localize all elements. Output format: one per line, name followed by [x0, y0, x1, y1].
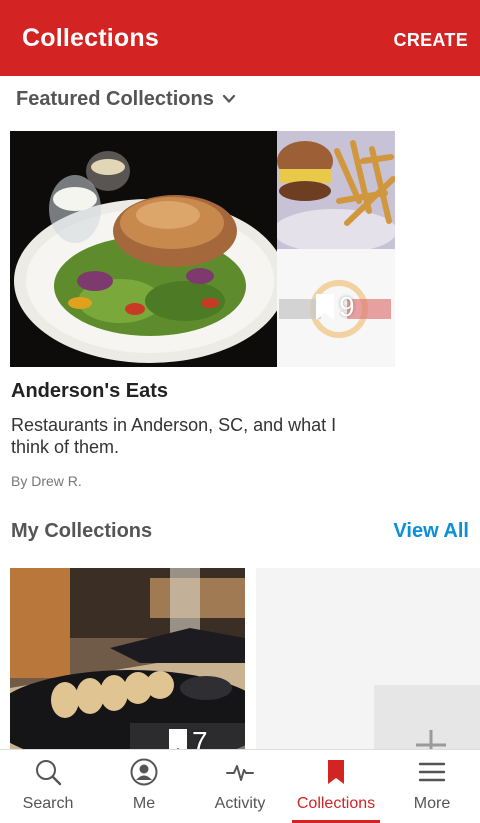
tab-search-label: Search — [22, 795, 74, 812]
collection-title[interactable]: Anderson's Eats — [11, 380, 168, 403]
bookmark-icon — [316, 294, 334, 320]
collection-photo-burger — [277, 131, 395, 249]
bookmark-icon — [328, 760, 344, 784]
collection-count: 9 — [339, 291, 355, 322]
bottom-tab-bar: Search Me Activity Collections More — [0, 749, 480, 823]
collection-photo-logo: 9 — [277, 249, 395, 367]
featured-collection-card[interactable]: 9 — [10, 131, 395, 367]
tab-me[interactable]: Me — [96, 750, 192, 823]
bookmark-icon — [169, 729, 187, 750]
tab-more[interactable]: More — [384, 750, 480, 823]
create-button[interactable]: CREATE — [394, 30, 468, 51]
tab-me-label: Me — [132, 795, 156, 812]
menu-icon — [418, 762, 446, 782]
tab-activity-label: Activity — [214, 795, 266, 812]
tab-more-label: More — [413, 795, 451, 812]
profile-icon — [130, 758, 158, 786]
featured-collections-label: Featured Collections — [16, 87, 214, 110]
create-collection-card[interactable] — [256, 568, 480, 750]
collection-description: Restaurants in Anderson, SC, and what I … — [11, 415, 337, 457]
activity-icon — [226, 765, 254, 781]
plus-icon — [416, 730, 446, 750]
my-collection-cover-photo — [10, 568, 245, 750]
collection-count-badge: 9 — [315, 291, 355, 323]
my-collection-count-badge: 7 — [168, 726, 208, 750]
collection-author: By Drew R. — [11, 473, 82, 489]
collection-cover-photo — [10, 131, 277, 367]
page-title: Collections — [22, 24, 159, 52]
tab-activity[interactable]: Activity — [192, 750, 288, 823]
tab-collections[interactable]: Collections — [288, 750, 384, 823]
featured-collections-dropdown[interactable]: Featured Collections — [16, 86, 236, 112]
my-collection-card[interactable]: 7 — [10, 568, 245, 750]
tab-collections-label: Collections — [296, 795, 376, 812]
my-collections-heading: My Collections — [11, 520, 153, 542]
my-collection-count: 7 — [192, 726, 208, 750]
chevron-down-icon — [222, 94, 235, 103]
search-icon — [36, 760, 62, 786]
view-all-link[interactable]: View All — [393, 520, 469, 543]
tab-search[interactable]: Search — [0, 750, 96, 823]
app-bar: Collections CREATE — [0, 0, 480, 76]
